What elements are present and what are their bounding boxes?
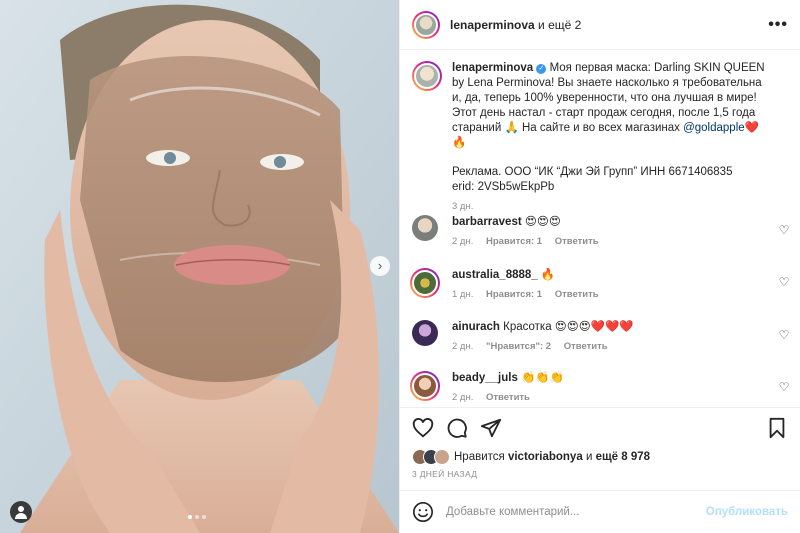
more-options-icon[interactable]: ••• [768,16,788,34]
header-username[interactable]: lenaperminova [450,18,535,32]
comment-content: 🔥 [540,269,556,281]
next-photo-button[interactable]: › [370,256,390,276]
reply-button[interactable]: Ответить [486,392,530,403]
share-paper-plane-icon[interactable] [480,417,502,439]
header-title[interactable]: lenaperminova и ещё 2 [450,18,581,32]
comment-text: beady__juls 👏👏👏 [452,371,772,386]
post-time-ago[interactable]: 3 ДНЕЙ НАЗАД [412,469,477,479]
likes-and: и [585,451,593,463]
caption-body: lenaperminova ✓ Моя первая маска: Darlin… [452,61,772,212]
header-coauthors[interactable]: и ещё 2 [538,18,581,32]
caption-mention-link[interactable]: @goldapple [683,122,745,134]
comment-username[interactable]: barbarravest [452,216,522,228]
carousel-indicator [188,515,206,519]
add-comment-bar: Опубликовать [400,490,800,533]
liker-avatar [434,449,450,465]
avatar [414,12,438,37]
avatar[interactable] [412,320,438,346]
likes-others[interactable]: ещё 8 978 [596,451,650,463]
comment-item: beady__juls 👏👏👏 2 дн. Ответить [410,371,792,403]
carousel-dot [195,515,199,519]
comment-body: ainurach Красотка 😍😍😍❤️❤️❤️ 2 дн. "Нрави… [452,320,772,352]
comment-likes[interactable]: Нравится: 1 [486,289,542,300]
comment-like-heart-icon[interactable]: ♡ [778,276,790,288]
comment-likes[interactable]: Нравится: 1 [486,236,542,247]
tagged-users-icon[interactable] [10,501,32,523]
comment-item: australia_8888_ 🔥 1 дн. Нравится: 1 Отве… [410,268,792,300]
comment-time: 2 дн. [452,341,474,352]
comment-bubble-icon[interactable] [446,417,468,439]
comment-meta: 2 дн. "Нравится": 2 Ответить [452,341,772,352]
avatar [412,373,438,399]
comment-time: 2 дн. [452,392,474,403]
comment-username[interactable]: beady__juls [452,372,518,384]
avatar[interactable] [412,215,438,241]
comment-item: barbarravest 😍😍😍 2 дн. Нравится: 1 Ответ… [412,215,792,247]
comment-like-heart-icon[interactable]: ♡ [778,224,790,236]
likes-summary[interactable]: Нравится victoriabonya и ещё 8 978 [412,449,650,465]
reply-button[interactable]: Ответить [555,289,599,300]
story-ring[interactable] [412,10,440,39]
add-comment-input[interactable] [446,506,706,518]
caption-username[interactable]: lenaperminova [452,62,533,74]
comment-content: 👏👏👏 [521,372,565,384]
publish-button[interactable]: Опубликовать [706,506,788,518]
comment-content: 😍😍😍 [524,216,561,228]
likes-prefix: Нравится [454,451,505,463]
comment-time: 1 дн. [452,289,474,300]
face-mask-image [0,0,399,533]
emoji-smile-icon[interactable] [412,501,434,523]
comment-meta: 2 дн. Ответить [452,392,772,403]
comment-time: 2 дн. [452,236,474,247]
post-photo[interactable]: › [0,0,399,533]
story-ring[interactable] [412,61,442,91]
ad-disclosure: Реклама. ООО “ИК “Джи Эй Групп” ИНН 6671… [452,166,733,178]
comment-username[interactable]: australia_8888_ [452,269,538,281]
caption: lenaperminova ✓ Моя первая маска: Darlin… [412,61,792,212]
comment-text: barbarravest 😍😍😍 [452,215,772,230]
like-heart-icon[interactable] [412,417,434,439]
comment-like-heart-icon[interactable]: ♡ [778,329,790,341]
post-header: lenaperminova и ещё 2 ••• [400,0,800,50]
bookmark-icon[interactable] [766,417,788,439]
comment-like-heart-icon[interactable]: ♡ [778,381,790,393]
comment-meta: 2 дн. Нравится: 1 Ответить [452,236,772,247]
avatar [414,63,440,89]
action-bar [400,407,800,447]
erid-line: erid: 2VSb5wEkpPb [452,181,555,193]
likes-user[interactable]: victoriabonya [508,451,583,463]
reply-button[interactable]: Ответить [555,236,599,247]
comment-text: australia_8888_ 🔥 [452,268,772,283]
verified-badge-icon: ✓ [536,64,547,74]
comment-text: ainurach Красотка 😍😍😍❤️❤️❤️ [452,320,772,335]
comment-item: ainurach Красотка 😍😍😍❤️❤️❤️ 2 дн. "Нрави… [412,320,792,352]
comment-meta: 1 дн. Нравится: 1 Ответить [452,289,772,300]
carousel-dot-active [188,515,192,519]
carousel-dot [202,515,206,519]
comment-content: Красотка 😍😍😍❤️❤️❤️ [503,321,634,333]
comments-list[interactable]: lenaperminova ✓ Моя первая маска: Darlin… [400,51,800,406]
story-ring[interactable] [410,371,440,401]
caption-time-text[interactable]: 3 дн. [452,201,473,212]
likes-text: Нравится victoriabonya и ещё 8 978 [454,451,650,463]
comment-username[interactable]: ainurach [452,321,500,333]
caption-time: 3 дн. [452,201,772,212]
comment-likes[interactable]: "Нравится": 2 [486,341,551,352]
caption-text: lenaperminova ✓ Моя первая маска: Darlin… [452,61,772,151]
avatar [412,270,438,296]
comment-body: barbarravest 😍😍😍 2 дн. Нравится: 1 Ответ… [452,215,772,247]
comment-body: beady__juls 👏👏👏 2 дн. Ответить [452,371,772,403]
reply-button[interactable]: Ответить [564,341,608,352]
post-side-panel: lenaperminova и ещё 2 ••• lenaperminova … [399,0,800,533]
story-ring[interactable] [410,268,440,298]
comment-body: australia_8888_ 🔥 1 дн. Нравится: 1 Отве… [452,268,772,300]
